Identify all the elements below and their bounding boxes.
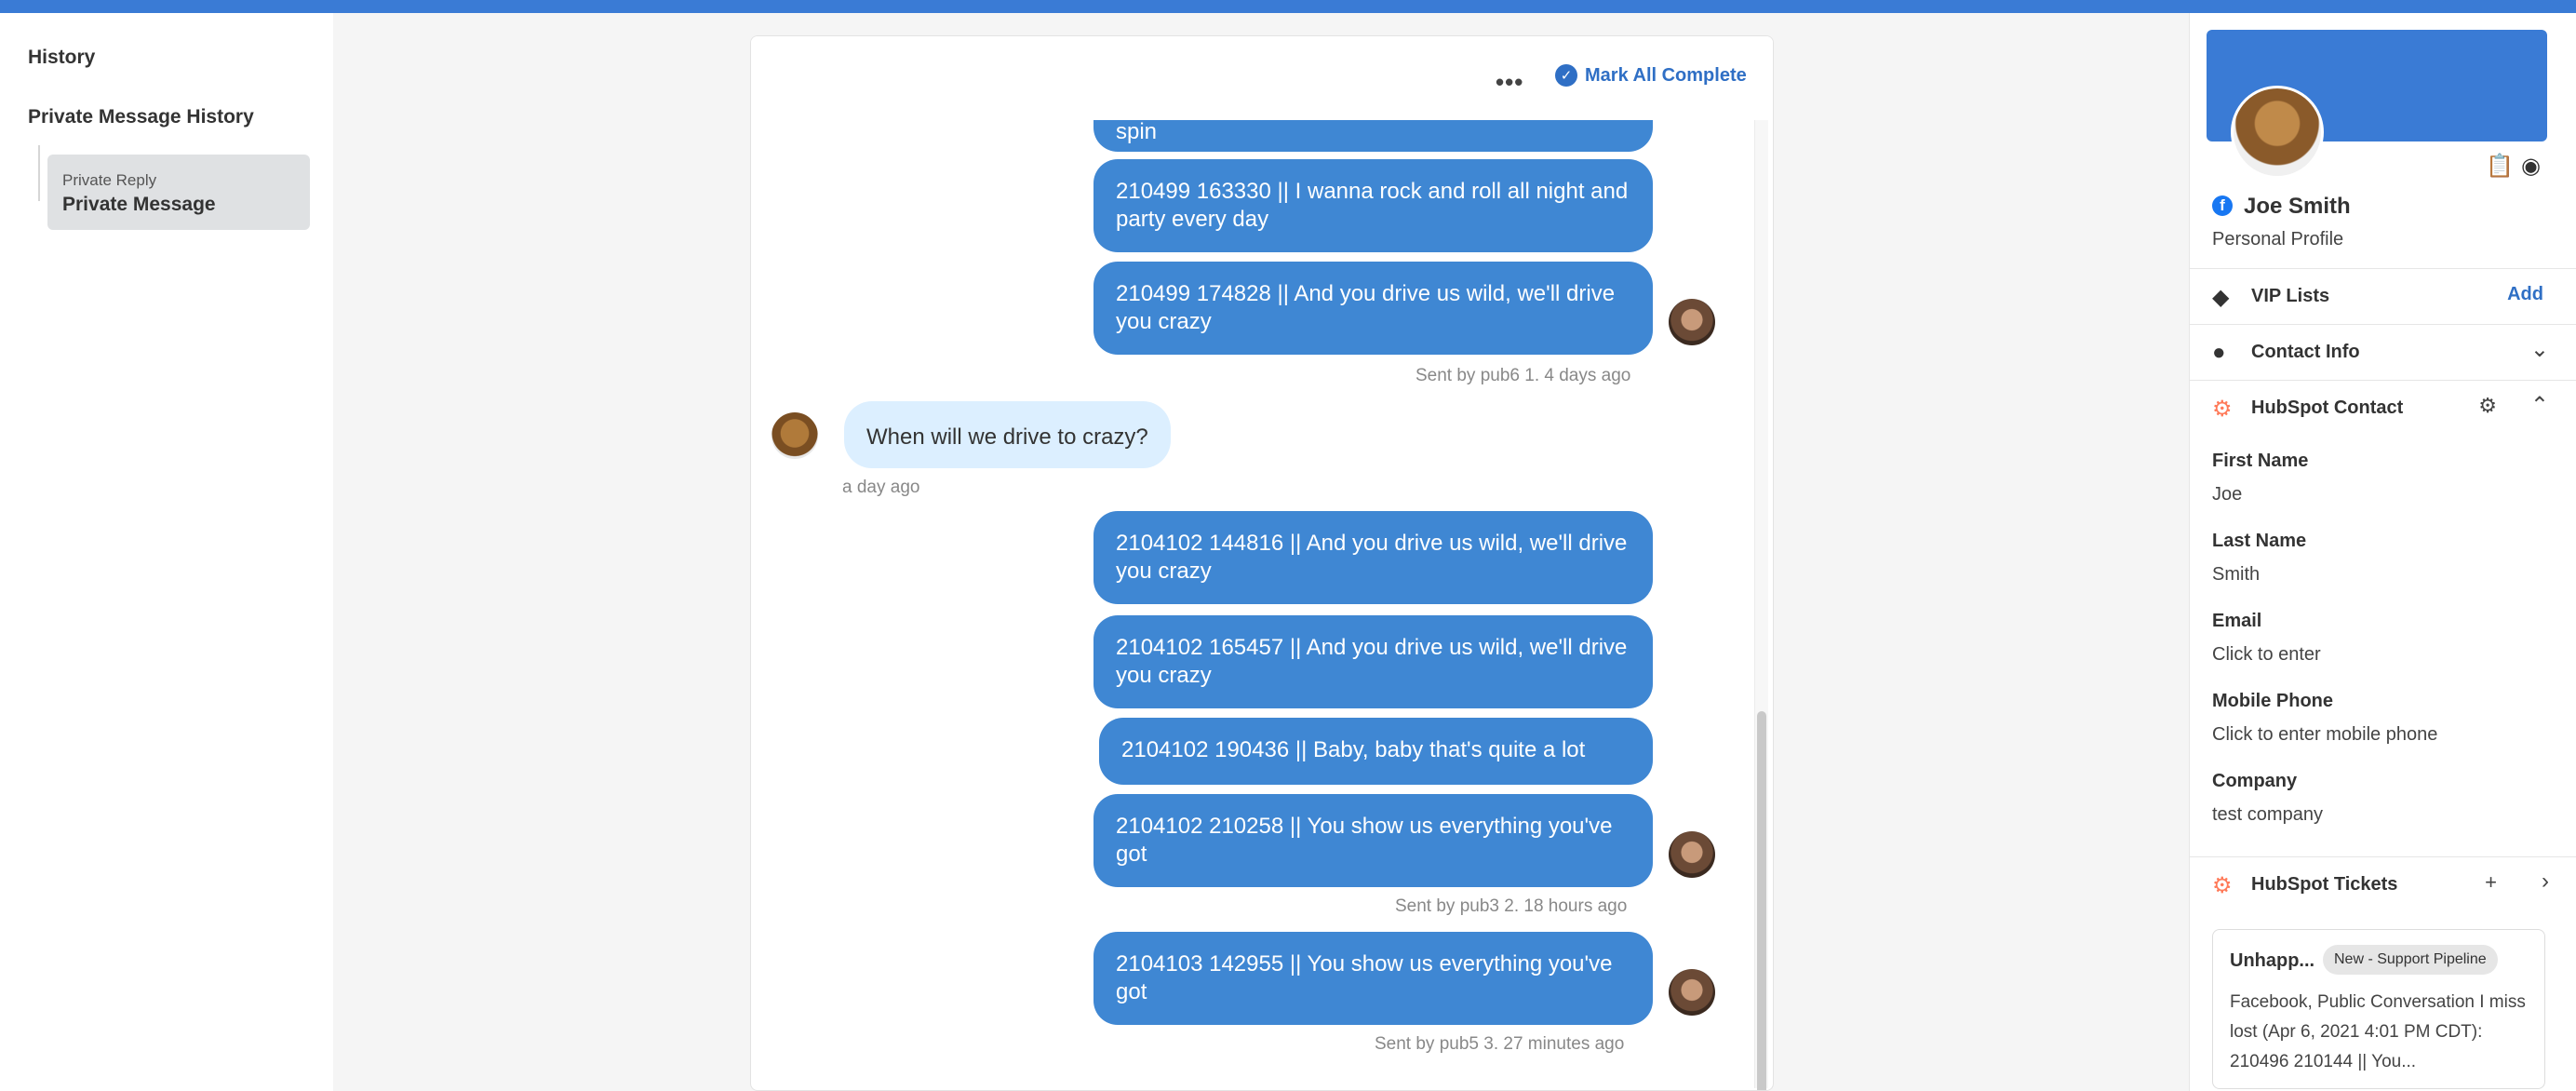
last-name-value[interactable]: Smith bbox=[2212, 564, 2260, 586]
check-circle-icon: ✓ bbox=[1555, 64, 1577, 87]
message-bubble[interactable]: 2104102 144816 || And you drive us wild,… bbox=[1093, 511, 1653, 604]
hubspot-icon: ⚙ bbox=[2212, 397, 2233, 422]
history-item-private-message[interactable]: Private Reply Private Message bbox=[47, 155, 310, 230]
conversation-panel: ••• ✓ Mark All Complete spin 210499 1633… bbox=[750, 35, 1774, 1091]
scrollbar-thumb[interactable] bbox=[1757, 711, 1766, 1090]
message-bubble[interactable]: 2104103 142955 || You show us everything… bbox=[1093, 932, 1653, 1025]
first-name-label: First Name bbox=[2212, 451, 2309, 471]
message-text: 210499 163330 || I wanna rock and roll a… bbox=[1116, 179, 1629, 232]
incoming-message-text: When will we drive to crazy? bbox=[866, 424, 1148, 450]
message-meta: Sent by pub3 2. 18 hours ago bbox=[1395, 896, 1628, 916]
vip-lists-section: ◆ VIP Lists Add bbox=[2190, 268, 2576, 325]
chevron-down-icon[interactable]: ⌄ bbox=[2530, 336, 2549, 363]
history-item-type: Private Reply bbox=[62, 171, 157, 189]
facebook-icon: f bbox=[2212, 195, 2233, 216]
message-meta: Sent by pub6 1. 4 days ago bbox=[1415, 366, 1631, 385]
conversation-header: ••• ✓ Mark All Complete bbox=[751, 36, 1773, 120]
message-bubble[interactable]: 2104102 190436 || Baby, baby that's quit… bbox=[1099, 718, 1653, 785]
incoming-message-time: a day ago bbox=[842, 478, 920, 497]
contact-info-label: Contact Info bbox=[2251, 342, 2360, 362]
chevron-up-icon[interactable]: ⌃ bbox=[2530, 392, 2549, 419]
message-meta: Sent by pub5 3. 27 minutes ago bbox=[1375, 1034, 1625, 1054]
agent-avatar bbox=[1669, 299, 1715, 345]
company-label: Company bbox=[2212, 771, 2298, 791]
ticket-body: Facebook, Public Conversation I miss los… bbox=[2230, 992, 2526, 1071]
mobile-phone-field[interactable]: Click to enter mobile phone bbox=[2212, 724, 2437, 746]
customer-avatar bbox=[771, 412, 818, 459]
message-bubble[interactable]: 2104102 165457 || And you drive us wild,… bbox=[1093, 615, 1653, 708]
hubspot-icon: ⚙ bbox=[2212, 873, 2233, 898]
incoming-message-bubble[interactable]: When will we drive to crazy? bbox=[844, 401, 1171, 468]
profile-type: Personal Profile bbox=[2212, 229, 2344, 249]
top-accent-bar bbox=[0, 0, 2576, 13]
agent-avatar bbox=[1669, 831, 1715, 878]
message-text: 2104102 210258 || You show us everything… bbox=[1116, 814, 1613, 867]
message-text: 2104102 165457 || And you drive us wild,… bbox=[1116, 635, 1628, 688]
message-text: 2104103 142955 || You show us everything… bbox=[1116, 951, 1613, 1004]
agent-avatar bbox=[1669, 969, 1715, 1016]
company-value[interactable]: test company bbox=[2212, 804, 2323, 826]
chevron-right-icon[interactable]: › bbox=[2542, 869, 2549, 895]
history-item-label: Private Message bbox=[62, 194, 216, 215]
person-icon: ● bbox=[2212, 340, 2226, 365]
vip-add-button[interactable]: Add bbox=[2507, 284, 2543, 305]
message-bubble[interactable]: 2104102 210258 || You show us everything… bbox=[1093, 794, 1653, 887]
add-ticket-icon[interactable]: + bbox=[2485, 870, 2497, 895]
hubspot-contact-section: ⚙ HubSpot Contact ⚙ ⌃ bbox=[2190, 380, 2576, 437]
vip-lists-label: VIP Lists bbox=[2251, 286, 2330, 306]
email-label: Email bbox=[2212, 611, 2262, 631]
message-text: spin bbox=[1116, 119, 1158, 144]
profile-avatar bbox=[2231, 86, 2324, 179]
first-name-value[interactable]: Joe bbox=[2212, 484, 2242, 505]
contact-name: Joe Smith bbox=[2244, 194, 2351, 219]
mark-all-complete-label: Mark All Complete bbox=[1585, 64, 1747, 86]
history-title: History bbox=[28, 47, 96, 68]
clipboard-icon[interactable]: 📋 bbox=[2486, 153, 2514, 180]
ticket-status-badge: New - Support Pipeline bbox=[2323, 945, 2498, 975]
last-name-label: Last Name bbox=[2212, 531, 2307, 551]
mark-all-complete-button[interactable]: ✓ Mark All Complete bbox=[1555, 64, 1747, 87]
ticket-card[interactable]: Unhapp... New - Support Pipeline Faceboo… bbox=[2212, 929, 2545, 1089]
hubspot-contact-label: HubSpot Contact bbox=[2251, 397, 2404, 418]
history-sidebar: History Private Message History Private … bbox=[0, 13, 333, 1091]
hubspot-tickets-section: ⚙ HubSpot Tickets + › bbox=[2190, 856, 2576, 913]
mobile-phone-label: Mobile Phone bbox=[2212, 691, 2333, 711]
message-bubble[interactable]: 210499 174828 || And you drive us wild, … bbox=[1093, 262, 1653, 355]
contact-panel: 📋 ◉ f Joe Smith Personal Profile ◆ VIP L… bbox=[2189, 13, 2576, 1091]
email-field[interactable]: Click to enter bbox=[2212, 644, 2321, 666]
message-text: 2104102 190436 || Baby, baby that's quit… bbox=[1121, 737, 1586, 762]
message-text: 210499 174828 || And you drive us wild, … bbox=[1116, 281, 1616, 334]
contact-info-section[interactable]: ● Contact Info ⌄ bbox=[2190, 324, 2576, 381]
message-text: 2104102 144816 || And you drive us wild,… bbox=[1116, 531, 1628, 584]
message-bubble[interactable]: 210499 163330 || I wanna rock and roll a… bbox=[1093, 159, 1653, 252]
messenger-icon[interactable]: ◉ bbox=[2521, 153, 2541, 180]
private-message-history-heading: Private Message History bbox=[28, 106, 254, 128]
tree-line bbox=[38, 145, 40, 201]
hubspot-tickets-label: HubSpot Tickets bbox=[2251, 874, 2398, 895]
settings-gear-icon[interactable]: ⚙ bbox=[2478, 394, 2497, 418]
ticket-title: Unhapp... bbox=[2230, 950, 2315, 971]
more-options-button[interactable]: ••• bbox=[1496, 68, 1523, 97]
diamond-icon: ◆ bbox=[2212, 285, 2230, 310]
